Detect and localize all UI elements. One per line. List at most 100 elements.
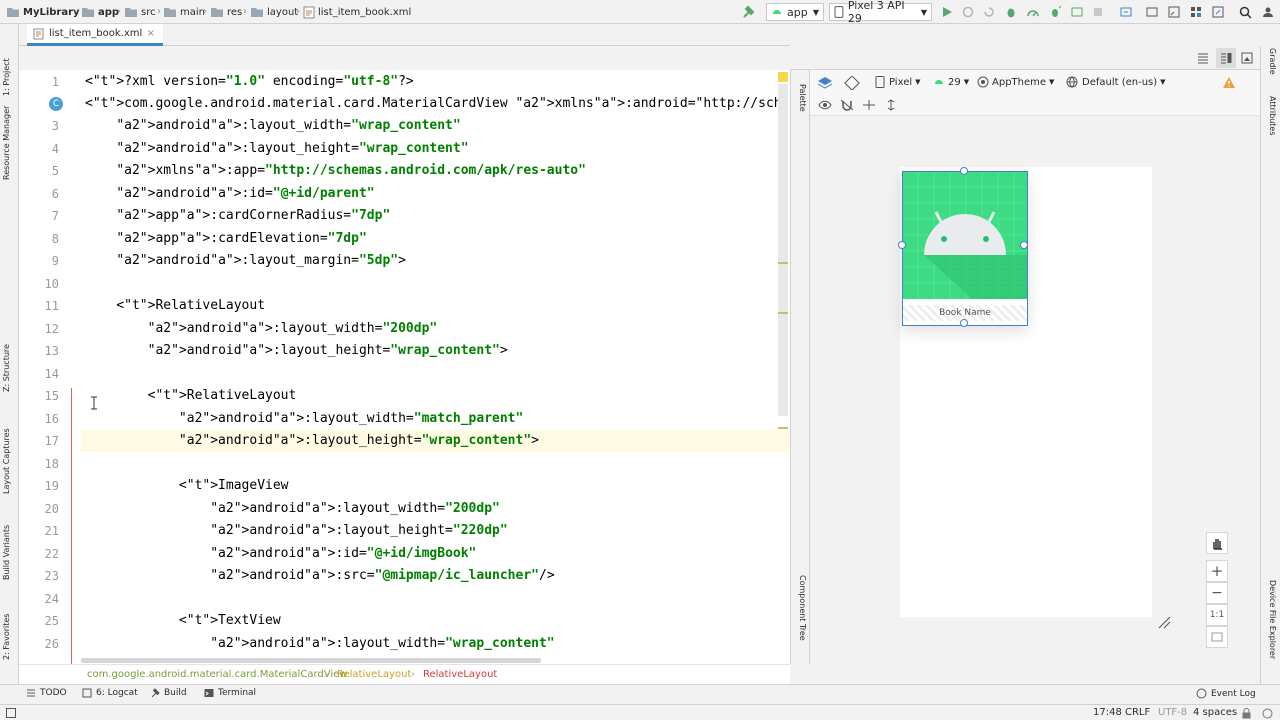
- design-surface-button[interactable]: [817, 76, 833, 90]
- avd-manager-button[interactable]: [1145, 3, 1159, 21]
- toggle-tool-windows-icon[interactable]: [6, 708, 16, 718]
- bottom-handle[interactable]: [960, 319, 968, 327]
- tool-window-favorites[interactable]: 2: Favorites: [2, 614, 11, 660]
- warnings-button[interactable]: [1222, 76, 1236, 89]
- component-tree-tab[interactable]: Component Tree: [798, 575, 807, 641]
- crumb-relative-layout-inner[interactable]: RelativeLayout: [423, 669, 497, 680]
- locale-dropdown[interactable]: Default (en-us) ▼: [1066, 76, 1166, 88]
- tool-window-resource-manager[interactable]: Resource Manager: [2, 106, 11, 180]
- autoconnect-button[interactable]: [840, 99, 854, 111]
- attach-process-button[interactable]: [1070, 3, 1084, 21]
- project-structure-button[interactable]: [1189, 3, 1203, 21]
- selection-outline: [902, 171, 1028, 326]
- crumb-relative-layout[interactable]: RelativeLayout: [337, 669, 411, 680]
- breadcrumb-res[interactable]: res: [210, 0, 242, 24]
- orientation-button[interactable]: [844, 76, 860, 90]
- play-icon: [943, 7, 952, 17]
- split-view-button[interactable]: [1216, 48, 1236, 68]
- tool-window-structure[interactable]: Z: Structure: [2, 344, 11, 392]
- tool-window-terminal[interactable]: Terminal: [204, 688, 256, 698]
- search-button[interactable]: [1239, 3, 1252, 21]
- run-config-select[interactable]: app ▼: [766, 3, 824, 21]
- breadcrumb-src[interactable]: src: [124, 0, 156, 24]
- code-editor[interactable]: <"t">?xml version="1.0" encoding="utf-8"…: [81, 70, 790, 664]
- design-view-button[interactable]: [1240, 51, 1254, 65]
- design-canvas[interactable]: Book Name: [810, 117, 1242, 664]
- indent-setting[interactable]: 4 spaces: [1193, 707, 1237, 718]
- view-options-button[interactable]: [818, 99, 832, 111]
- line-number: 12: [44, 322, 59, 336]
- line-number: 8: [51, 232, 59, 246]
- line-number: 26: [44, 637, 59, 651]
- crumb-material-card[interactable]: com.google.android.material.card.Materia…: [87, 669, 347, 680]
- tool-window-layout-captures[interactable]: Layout Captures: [2, 428, 11, 494]
- zoom-in-button[interactable]: +: [1206, 560, 1228, 582]
- palette-tab[interactable]: Palette: [798, 84, 807, 112]
- editor-scrollbar[interactable]: [778, 84, 788, 416]
- left-handle[interactable]: [898, 241, 906, 249]
- card-preview[interactable]: Book Name: [898, 167, 1028, 327]
- assistant-button[interactable]: [1261, 3, 1275, 21]
- magnet-off-icon: [840, 99, 854, 111]
- tool-window-device-file-explorer[interactable]: Device File Explorer: [1268, 580, 1277, 659]
- pan-button[interactable]: [1206, 532, 1228, 554]
- breadcrumb-app[interactable]: app: [81, 0, 119, 24]
- device-select[interactable]: Pixel 3 API 29 ▼: [829, 0, 932, 25]
- top-handle[interactable]: [960, 167, 968, 175]
- apply-code-changes-button[interactable]: [982, 3, 996, 21]
- sync-gradle-button[interactable]: [1119, 3, 1133, 21]
- file-encoding[interactable]: UTF-8: [1158, 707, 1187, 718]
- tool-window-project[interactable]: 1: Project: [2, 58, 11, 96]
- lock-icon[interactable]: [1242, 708, 1251, 719]
- tool-window-logcat[interactable]: 6: Logcat: [82, 688, 138, 698]
- tool-window-attributes[interactable]: Attributes: [1268, 96, 1277, 136]
- zoom-fit-button[interactable]: [1206, 626, 1228, 648]
- line-number: 1: [51, 75, 59, 89]
- debug-button[interactable]: [1004, 3, 1018, 21]
- tool-window-event-log[interactable]: Event Log: [1196, 688, 1256, 699]
- breadcrumb-project[interactable]: MyLibrary: [6, 0, 80, 24]
- class-marker-icon[interactable]: C: [49, 97, 63, 111]
- horizontal-scrollbar[interactable]: [81, 658, 541, 663]
- run-button[interactable]: [940, 3, 954, 21]
- line-separator[interactable]: CRLF: [1125, 707, 1150, 718]
- apply-changes-button[interactable]: [961, 3, 975, 21]
- default-margins-button[interactable]: [862, 99, 876, 111]
- align-button[interactable]: [884, 99, 898, 111]
- code-line: "a2">android"a">:layout_width="200dp": [147, 321, 438, 336]
- tab-list-item-book[interactable]: list_item_book.xml ×: [27, 24, 163, 46]
- close-tab-icon[interactable]: ×: [147, 28, 155, 39]
- inspection-profile-icon[interactable]: [1262, 708, 1273, 719]
- right-tool-strip: Gradle Attributes Device File Explorer: [1260, 46, 1280, 684]
- code-line: <"t">com.google.android.material.card.Ma…: [85, 96, 782, 111]
- bug-icon: [1007, 8, 1015, 18]
- warning-icon: [1223, 77, 1235, 88]
- stop-button[interactable]: [1092, 3, 1104, 21]
- tool-window-build-variants[interactable]: Build Variants: [2, 525, 11, 580]
- tool-window-todo[interactable]: TODO: [26, 688, 67, 698]
- breadcrumb-layout[interactable]: layout: [250, 0, 298, 24]
- sdk-manager-button[interactable]: [1167, 3, 1181, 21]
- caret-position[interactable]: 17:48: [1093, 707, 1122, 718]
- breadcrumb-main[interactable]: main: [163, 0, 205, 24]
- device-dropdown[interactable]: Pixel ▼: [875, 76, 921, 88]
- warning-marker[interactable]: [778, 72, 788, 82]
- resize-handle-icon[interactable]: [1157, 615, 1171, 629]
- code-view-button[interactable]: [1196, 51, 1210, 65]
- right-handle[interactable]: [1020, 241, 1028, 249]
- list-icon: [27, 689, 35, 697]
- zoom-actual-button[interactable]: 1:1: [1206, 604, 1228, 626]
- editor-tab-strip: list_item_book.xml ×: [19, 24, 790, 46]
- tool-window-build[interactable]: Build: [150, 688, 187, 698]
- zoom-out-button[interactable]: −: [1206, 582, 1228, 604]
- profile-button[interactable]: [1026, 3, 1040, 21]
- layout-inspector-button[interactable]: [1211, 3, 1225, 21]
- make-project-button[interactable]: [741, 3, 757, 21]
- line-number: 5: [51, 164, 59, 178]
- api-dropdown[interactable]: 29 ▼: [933, 76, 969, 88]
- attach-debugger-button[interactable]: [1048, 3, 1062, 21]
- breadcrumb-file[interactable]: list_item_book.xml: [303, 0, 411, 24]
- folder-icon: [82, 8, 94, 17]
- theme-dropdown[interactable]: AppTheme ▼: [977, 76, 1054, 88]
- tool-window-gradle[interactable]: Gradle: [1268, 48, 1277, 75]
